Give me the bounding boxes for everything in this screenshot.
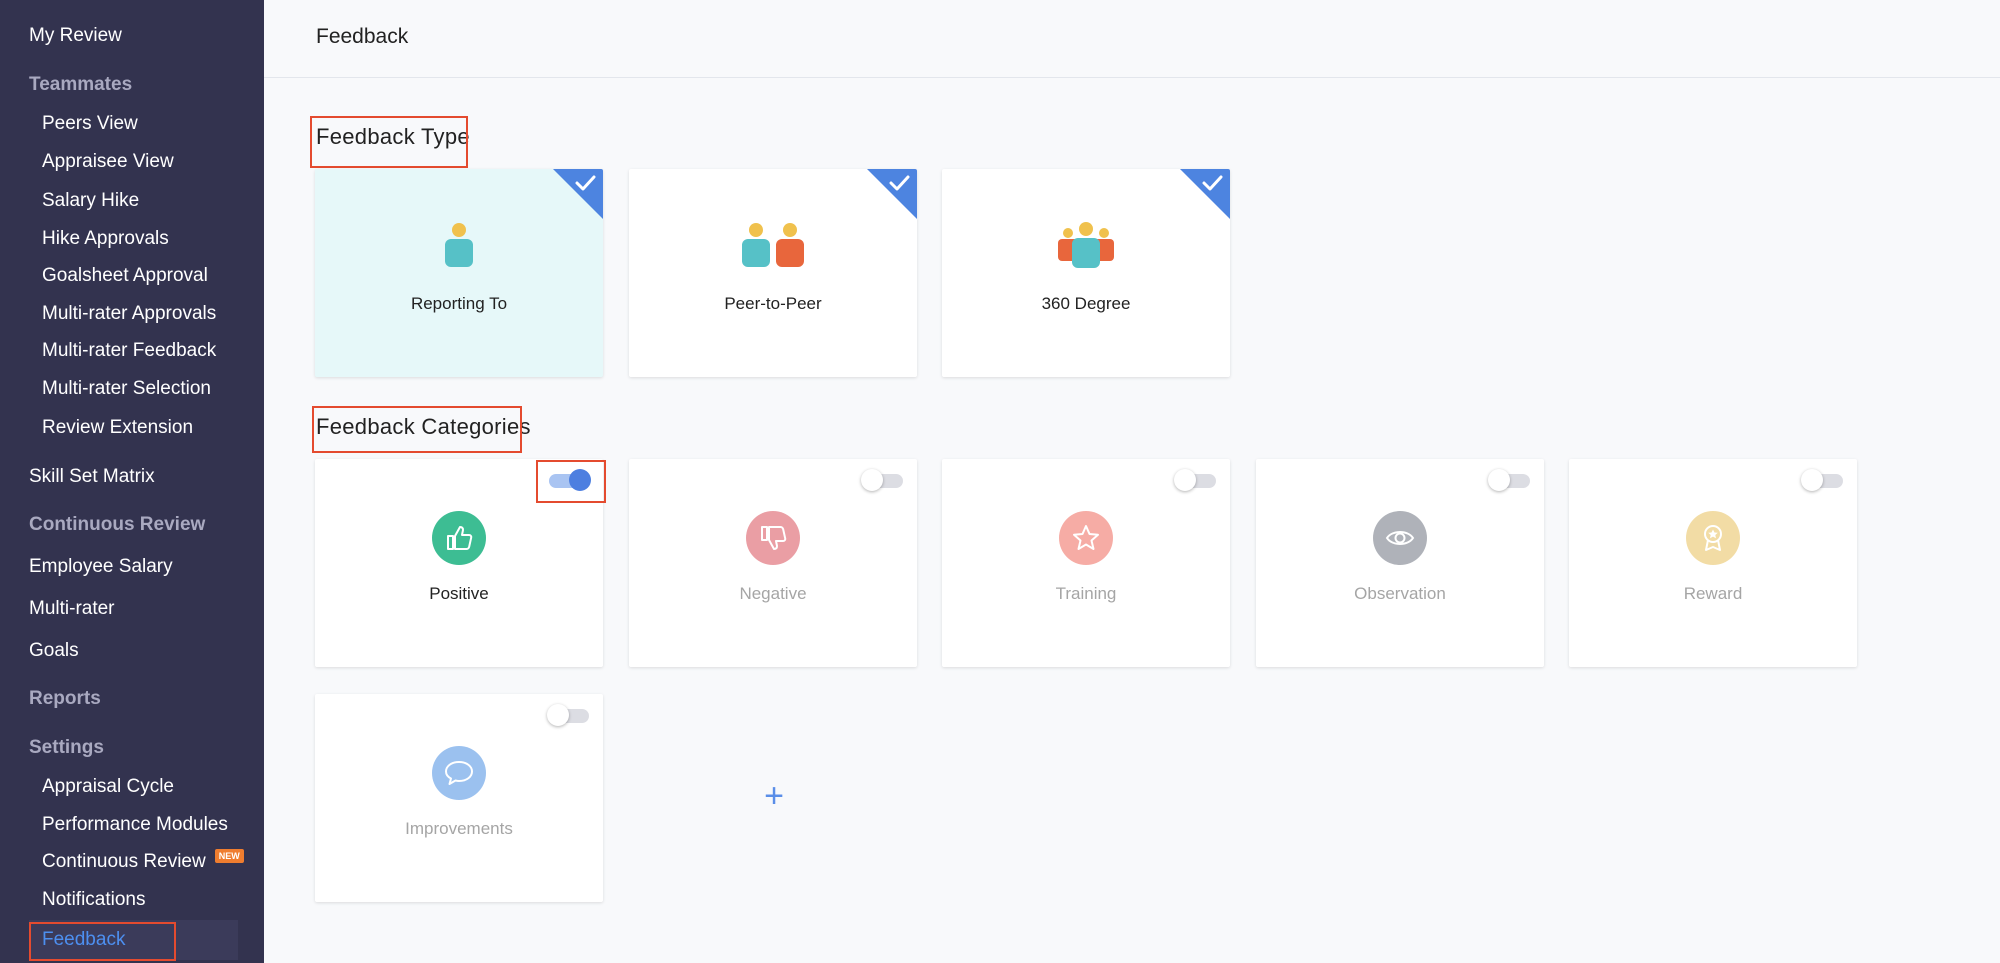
two-people-icon: [742, 223, 804, 267]
highlight-box: [29, 922, 176, 961]
sidebar-item-employee-salary[interactable]: Employee Salary: [29, 556, 173, 578]
reward-toggle[interactable]: [1801, 469, 1843, 491]
sidebar-item-performance-modules[interactable]: Performance Modules: [42, 814, 228, 836]
sidebar: My Review Teammates Peers View Appraisee…: [0, 0, 264, 963]
category-card-negative[interactable]: Negative: [629, 459, 917, 667]
sidebar-item-multi-rater[interactable]: Multi-rater: [29, 598, 115, 620]
card-label: Positive: [429, 584, 489, 603]
sidebar-item-hike-approvals[interactable]: Hike Approvals: [42, 228, 169, 250]
eye-icon: [1373, 511, 1427, 565]
add-category-button[interactable]: +: [757, 779, 791, 813]
highlight-box: [536, 460, 606, 503]
negative-toggle[interactable]: [861, 469, 903, 491]
observation-toggle[interactable]: [1488, 469, 1530, 491]
card-label: Improvements: [405, 819, 513, 838]
feedback-type-card-360-degree[interactable]: 360 Degree: [942, 169, 1230, 377]
sidebar-item-peers-view[interactable]: Peers View: [42, 113, 138, 135]
sidebar-item-appraisee-view[interactable]: Appraisee View: [42, 151, 174, 173]
card-label: Reporting To: [410, 294, 508, 313]
sidebar-section-teammates[interactable]: Teammates: [29, 74, 132, 96]
category-card-improvements[interactable]: Improvements: [315, 694, 603, 902]
toggle-knob: [1174, 469, 1196, 491]
training-toggle[interactable]: [1174, 469, 1216, 491]
sidebar-item-skill-set-matrix[interactable]: Skill Set Matrix: [29, 466, 155, 488]
speech-bubble-icon: [432, 746, 486, 800]
toggle-knob: [1801, 469, 1823, 491]
card-label: Peer-to-Peer: [724, 294, 822, 313]
checkmark-icon: [1180, 169, 1230, 219]
category-card-training[interactable]: Training: [942, 459, 1230, 667]
star-icon: [1059, 511, 1113, 565]
sidebar-section-settings[interactable]: Settings: [29, 737, 104, 759]
single-person-icon: [445, 223, 473, 267]
page-title: Feedback: [316, 25, 409, 48]
new-badge: NEW: [214, 849, 244, 863]
sidebar-section-reports[interactable]: Reports: [29, 688, 101, 710]
category-card-reward[interactable]: Reward: [1569, 459, 1857, 667]
card-label: 360 Degree: [1041, 294, 1131, 313]
sidebar-item-multi-rater-feedback[interactable]: Multi-rater Feedback: [42, 340, 216, 362]
highlight-box: [312, 406, 522, 453]
sidebar-item-goalsheet-approval[interactable]: Goalsheet Approval: [42, 265, 208, 287]
sidebar-item-multi-rater-approvals[interactable]: Multi-rater Approvals: [42, 303, 216, 325]
checkmark-icon: [867, 169, 917, 219]
sidebar-section-continuous-review[interactable]: Continuous Review: [29, 514, 205, 536]
thumbs-up-icon: [432, 511, 486, 565]
sidebar-item-my-review[interactable]: My Review: [29, 25, 122, 47]
card-label: Reward: [1683, 584, 1743, 603]
checkmark-icon: [553, 169, 603, 219]
sidebar-item-appraisal-cycle[interactable]: Appraisal Cycle: [42, 776, 174, 798]
toggle-knob: [1488, 469, 1510, 491]
highlight-box: [310, 116, 468, 168]
toggle-knob: [547, 704, 569, 726]
card-label: Training: [1055, 584, 1117, 603]
card-label: Negative: [739, 584, 807, 603]
toggle-knob: [861, 469, 883, 491]
sidebar-item-goals[interactable]: Goals: [29, 640, 79, 662]
group-people-icon: [1058, 222, 1114, 268]
sidebar-item-continuous-review-settings[interactable]: Continuous Review NEW: [42, 849, 244, 873]
thumbs-down-icon: [746, 511, 800, 565]
sidebar-item-label: Continuous Review: [42, 851, 206, 872]
feedback-type-card-peer-to-peer[interactable]: Peer-to-Peer: [629, 169, 917, 377]
card-label: Observation: [1354, 584, 1446, 603]
award-icon: [1686, 511, 1740, 565]
feedback-type-card-reporting-to[interactable]: Reporting To: [315, 169, 603, 377]
category-card-observation[interactable]: Observation: [1256, 459, 1544, 667]
page-header: Feedback: [264, 0, 2000, 78]
sidebar-item-review-extension[interactable]: Review Extension: [42, 417, 193, 439]
sidebar-item-multi-rater-selection[interactable]: Multi-rater Selection: [42, 378, 211, 400]
improvements-toggle[interactable]: [547, 704, 589, 726]
sidebar-item-salary-hike[interactable]: Salary Hike: [42, 190, 139, 212]
sidebar-item-notifications[interactable]: Notifications: [42, 889, 146, 911]
